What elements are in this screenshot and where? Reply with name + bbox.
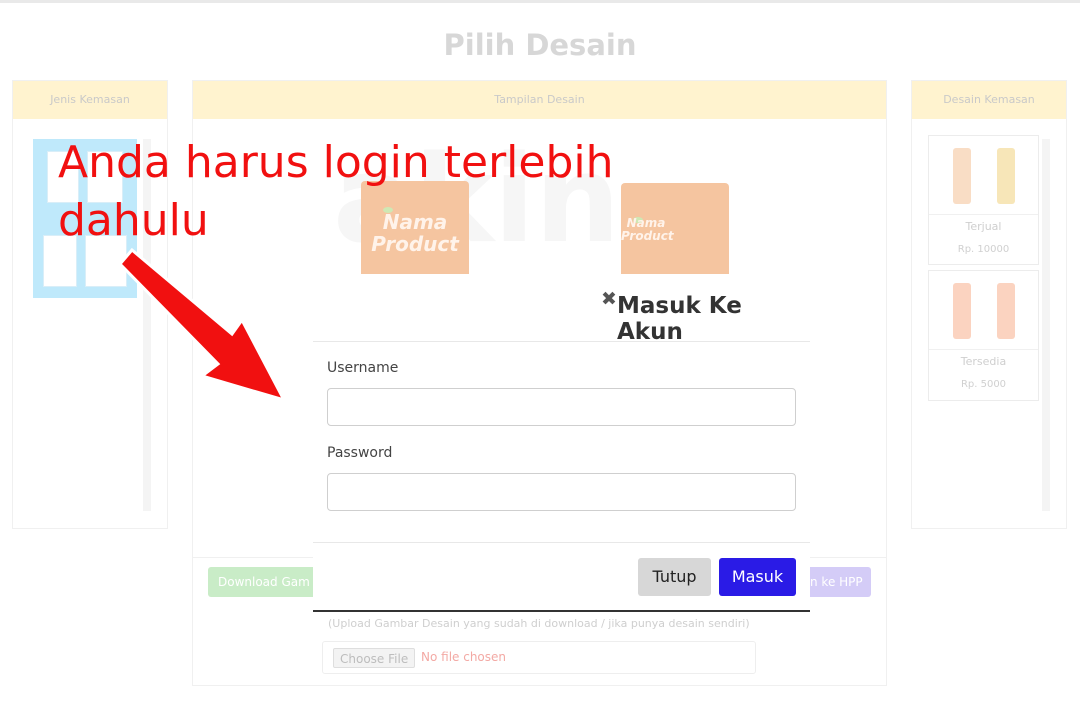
password-field[interactable]	[327, 473, 796, 511]
username-label: Username	[327, 360, 399, 376]
packaging-design-panel: Desain Kemasan Terjual Rp. 10000 Tersedi…	[911, 80, 1067, 529]
can-icon	[997, 283, 1015, 339]
can-icon	[953, 148, 971, 204]
design-card[interactable]: Tersedia Rp. 5000	[928, 270, 1039, 401]
design-name: Terjual	[965, 220, 1002, 233]
close-button[interactable]: Tutup	[638, 558, 711, 596]
username-field[interactable]	[327, 388, 796, 426]
can-icon	[953, 283, 971, 339]
design-file-input[interactable]: Choose File No file chosen	[322, 641, 756, 674]
page-title: Pilih Desain	[443, 28, 637, 62]
packaging-type-header: Jenis Kemasan	[13, 81, 167, 119]
design-preview-header: Tampilan Desain	[193, 81, 886, 119]
design-name: Tersedia	[960, 355, 1007, 368]
login-warning-annotation: Anda harus login terlebih dahulu	[58, 134, 658, 250]
packaging-design-header: Desain Kemasan	[912, 81, 1066, 119]
login-modal: ✖ Masuk Ke Akun Username Password Tutup …	[313, 274, 810, 612]
right-scrollbar[interactable]	[1042, 139, 1050, 511]
red-arrow-icon	[118, 247, 287, 403]
design-thumbnail	[929, 136, 1038, 215]
top-shadow	[0, 0, 1080, 3]
annotation-line-1: Anda harus login terlebih	[58, 137, 614, 188]
design-price: Rp. 5000	[960, 379, 1007, 390]
choose-file-button[interactable]: Choose File	[333, 648, 416, 668]
no-file-label: No file chosen	[421, 650, 507, 664]
close-icon[interactable]: ✖	[601, 289, 617, 309]
modal-divider	[313, 341, 810, 342]
design-card[interactable]: Terjual Rp. 10000	[928, 135, 1039, 265]
login-button[interactable]: Masuk	[719, 558, 796, 596]
download-image-button[interactable]: Download Gam	[208, 567, 318, 597]
modal-divider	[313, 542, 810, 543]
design-thumbnail	[929, 271, 1038, 350]
can-icon	[997, 148, 1015, 204]
send-to-hpp-button[interactable]: n ke HPP	[800, 567, 871, 597]
upload-hint: (Upload Gambar Desain yang sudah di down…	[328, 617, 750, 630]
modal-title: Masuk Ke Akun	[617, 293, 742, 345]
password-label: Password	[327, 445, 393, 461]
design-price: Rp. 10000	[957, 244, 1010, 255]
